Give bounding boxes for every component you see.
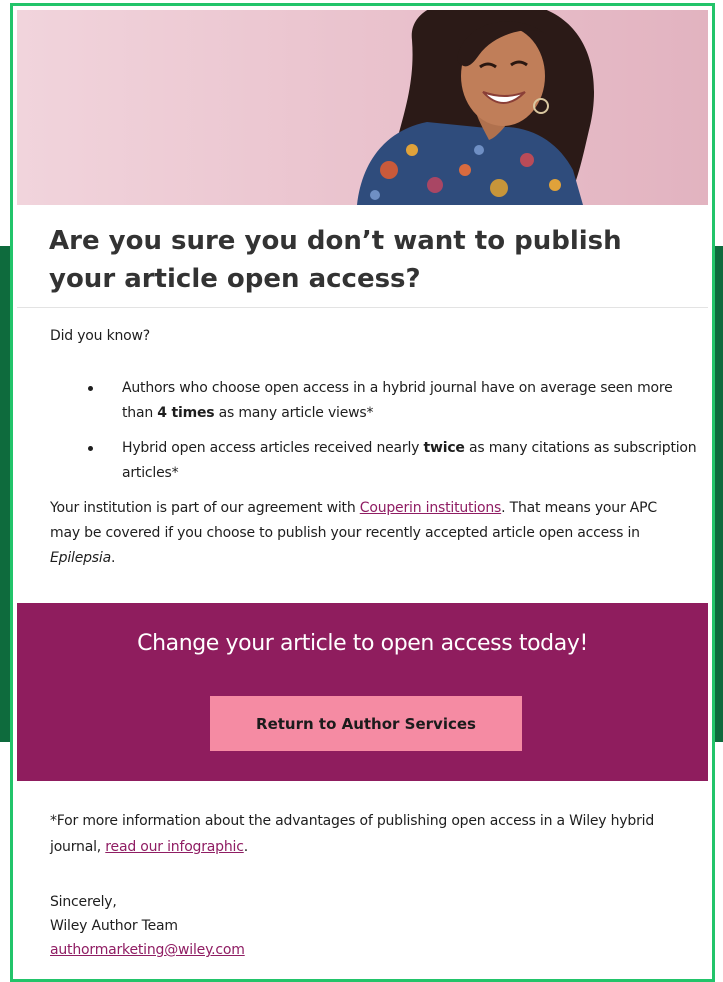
journal-name: Epilepsia xyxy=(50,550,111,566)
smiling-woman-photo xyxy=(357,10,594,205)
infographic-link[interactable]: read our infographic xyxy=(105,839,244,855)
did-you-know: Did you know? xyxy=(50,328,151,344)
email-body: Are you sure you don’t want to publish y… xyxy=(17,10,708,975)
email-link[interactable]: authormarketing@wiley.com xyxy=(50,942,245,958)
return-to-author-services-button[interactable]: Return to Author Services xyxy=(210,696,522,751)
closing: Sincerely, xyxy=(50,894,117,910)
email-frame: Are you sure you don’t want to publish y… xyxy=(10,3,715,982)
benefit-item-views: Authors who choose open access in a hybr… xyxy=(88,376,697,426)
divider xyxy=(17,307,708,308)
benefit-list: Authors who choose open access in a hybr… xyxy=(88,376,697,496)
couperin-link[interactable]: Couperin institutions xyxy=(360,500,502,516)
benefit-item-citations: Hybrid open access articles received nea… xyxy=(88,436,697,486)
hero-image xyxy=(17,10,708,205)
cta-band: Change your article to open access today… xyxy=(17,603,708,781)
cta-title: Change your article to open access today… xyxy=(137,631,588,656)
institution-paragraph: Your institution is part of our agreemen… xyxy=(50,500,657,566)
team-name: Wiley Author Team xyxy=(50,918,178,934)
headline: Are you sure you don’t want to publish y… xyxy=(49,226,622,294)
signature: Sincerely, Wiley Author Team authormarke… xyxy=(50,890,450,962)
footnote: *For more information about the advantag… xyxy=(50,813,655,855)
